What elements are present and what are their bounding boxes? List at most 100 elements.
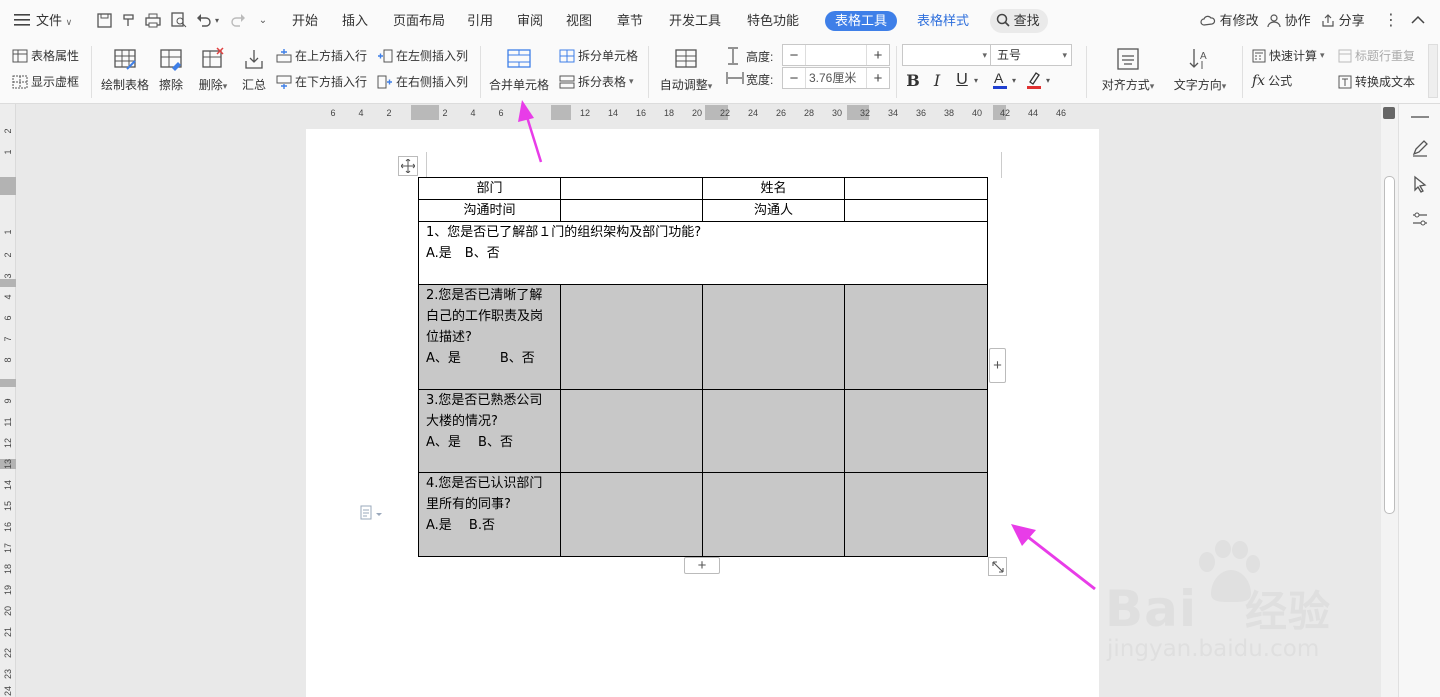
- convert-to-text-button[interactable]: 转换成文本: [1338, 73, 1415, 90]
- table-resize-handle[interactable]: [988, 557, 1007, 576]
- summary-button[interactable]: 汇总: [238, 46, 270, 93]
- paragraph-layout-icon[interactable]: [359, 505, 383, 521]
- highlight-icon[interactable]: [1025, 69, 1043, 91]
- width-increase-button[interactable]: +: [867, 68, 889, 88]
- formula-button[interactable]: fx 公式: [1252, 72, 1292, 89]
- undo-dropdown-icon[interactable]: ▾: [213, 14, 221, 26]
- tab-view[interactable]: 视图: [566, 11, 592, 31]
- cursor-select-icon[interactable]: [1410, 174, 1430, 194]
- question-cell[interactable]: 4.您是否已认识部门里所有的同事? A.是 B.否: [418, 472, 561, 557]
- insert-col-right-button[interactable]: 在右侧插入列: [377, 73, 468, 90]
- format-painter-icon[interactable]: [120, 12, 136, 28]
- selected-cell[interactable]: [702, 389, 845, 473]
- draw-table-button[interactable]: 绘制表格: [98, 46, 152, 93]
- ruler-column-marker[interactable]: [551, 105, 571, 120]
- share-button[interactable]: 分享: [1321, 11, 1365, 31]
- tab-table-style[interactable]: 表格样式: [917, 11, 969, 31]
- search-button[interactable]: 查找: [990, 9, 1048, 33]
- selected-cell[interactable]: [844, 472, 988, 557]
- add-column-button[interactable]: +: [989, 348, 1006, 383]
- insert-row-below-button[interactable]: 在下方插入行: [276, 73, 367, 90]
- tab-table-tools[interactable]: 表格工具: [825, 11, 898, 31]
- width-decrease-button[interactable]: −: [783, 68, 805, 88]
- scrollbar-thumb[interactable]: [1384, 176, 1395, 514]
- tab-special[interactable]: 特色功能: [747, 11, 799, 31]
- tab-page-layout[interactable]: 页面布局: [393, 11, 445, 31]
- pen-icon[interactable]: [1410, 138, 1430, 158]
- underline-dropdown-icon[interactable]: ▾: [972, 73, 980, 87]
- collapse-ribbon-icon[interactable]: [1410, 12, 1426, 28]
- italic-icon[interactable]: I: [928, 70, 946, 90]
- erase-button[interactable]: 擦除: [156, 46, 186, 93]
- add-row-button[interactable]: +: [684, 557, 720, 574]
- split-cells-button[interactable]: 拆分单元格: [559, 47, 638, 64]
- underline-icon[interactable]: U: [953, 70, 971, 90]
- tab-developer[interactable]: 开发工具: [669, 11, 721, 31]
- table-cell[interactable]: 姓名: [702, 177, 845, 200]
- redo-icon[interactable]: [230, 12, 246, 28]
- merge-cells-button[interactable]: 合并单元格: [487, 46, 551, 93]
- table-properties-button[interactable]: 表格属性: [12, 47, 79, 64]
- font-color-dropdown-icon[interactable]: ▾: [1010, 73, 1018, 87]
- ruler-row-marker[interactable]: [0, 279, 16, 287]
- tab-references[interactable]: 引用: [467, 11, 493, 31]
- table-cell[interactable]: 部门: [418, 177, 561, 200]
- show-gridlines-button[interactable]: 显示虚框: [12, 73, 79, 90]
- auto-adjust-button[interactable]: 自动调整▾: [656, 46, 716, 93]
- file-menu[interactable]: 文件 ∨: [36, 11, 72, 31]
- tab-review[interactable]: 审阅: [517, 11, 543, 31]
- ruler-row-marker[interactable]: [0, 177, 16, 195]
- hamburger-icon[interactable]: [14, 12, 30, 28]
- insert-col-left-button[interactable]: 在左侧插入列: [377, 47, 468, 64]
- scroll-top-button[interactable]: [1383, 107, 1395, 119]
- delete-button[interactable]: 删除▾: [193, 46, 233, 93]
- ruler-row-marker[interactable]: [0, 379, 16, 387]
- tab-chapter[interactable]: 章节: [617, 11, 643, 31]
- highlight-dropdown-icon[interactable]: ▾: [1044, 73, 1052, 87]
- width-stepper[interactable]: − 3.76厘米 +: [782, 67, 890, 89]
- scroll-ribbon-icon[interactable]: [1428, 44, 1438, 98]
- collab-button[interactable]: 协作: [1267, 11, 1311, 31]
- quick-calc-button[interactable]: 快速计算 ▾: [1252, 47, 1325, 64]
- settings-sliders-icon[interactable]: [1410, 209, 1430, 229]
- selected-cell[interactable]: [844, 389, 988, 473]
- table-cell[interactable]: [560, 199, 703, 222]
- selected-cell[interactable]: [844, 284, 988, 390]
- print-icon[interactable]: [145, 12, 161, 28]
- question-cell[interactable]: 3.您是否已熟悉公司大楼的情况? A、是 B、否: [418, 389, 561, 473]
- question-cell[interactable]: 1、您是否已了解部１门的组织架构及部门功能? A.是 B、否: [418, 221, 988, 285]
- table-move-handle[interactable]: [398, 156, 418, 176]
- selected-cell[interactable]: [702, 284, 845, 390]
- tab-insert[interactable]: 插入: [342, 11, 368, 31]
- align-button[interactable]: 对齐方式▾: [1094, 46, 1162, 93]
- print-preview-icon[interactable]: [171, 12, 187, 28]
- undo-icon[interactable]: [196, 12, 212, 28]
- selected-cell[interactable]: [560, 284, 703, 390]
- bold-icon[interactable]: B: [904, 70, 922, 90]
- quick-access-dropdown-icon[interactable]: ⌄: [256, 13, 270, 27]
- tab-home[interactable]: 开始: [292, 11, 318, 31]
- document-table[interactable]: 部门 姓名 沟通时间 沟通人 1、您是否已了解部１门的组织架构及部门功能? A.…: [418, 177, 988, 557]
- selected-cell[interactable]: [702, 472, 845, 557]
- save-icon[interactable]: [96, 12, 112, 28]
- repeat-header-button[interactable]: 标题行重复: [1338, 47, 1415, 64]
- font-size-select[interactable]: 五号 ▾: [990, 44, 1072, 66]
- selected-cell[interactable]: [560, 389, 703, 473]
- question-cell[interactable]: 2.您是否已清晰了解白己的工作职责及岗位描述? A、是 B、否: [418, 284, 561, 390]
- text-direction-button[interactable]: A 文字方向▾: [1168, 46, 1232, 93]
- height-input[interactable]: [805, 45, 867, 65]
- ruler-column-marker[interactable]: [411, 105, 439, 120]
- panel-collapse-icon[interactable]: [1411, 116, 1429, 118]
- split-table-button[interactable]: 拆分表格 ▾: [559, 73, 634, 90]
- selected-cell[interactable]: [560, 472, 703, 557]
- modified-status[interactable]: 有修改: [1200, 11, 1259, 31]
- insert-row-above-button[interactable]: 在上方插入行: [276, 47, 367, 64]
- table-cell[interactable]: [844, 199, 988, 222]
- table-cell[interactable]: 沟通时间: [418, 199, 561, 222]
- table-cell[interactable]: 沟通人: [702, 199, 845, 222]
- font-name-select[interactable]: ▾: [902, 44, 992, 66]
- height-decrease-button[interactable]: −: [783, 45, 805, 65]
- height-increase-button[interactable]: +: [867, 45, 889, 65]
- height-stepper[interactable]: − +: [782, 44, 890, 66]
- font-color-icon[interactable]: A: [991, 69, 1009, 91]
